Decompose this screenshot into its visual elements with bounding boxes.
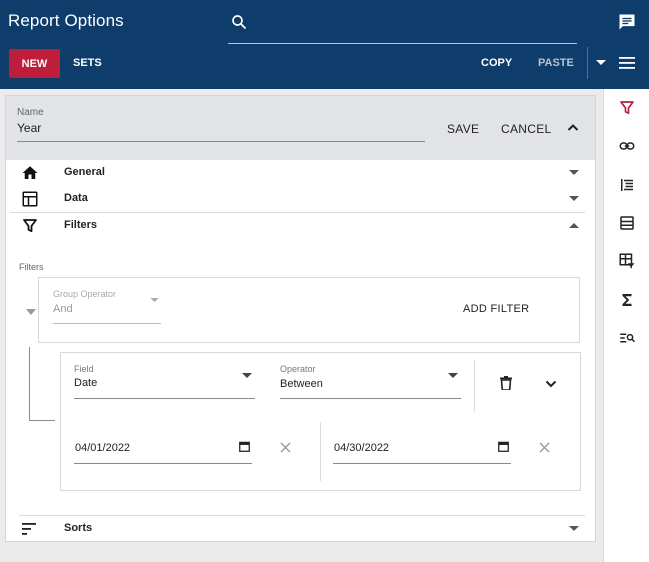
paste-button[interactable]: PASTE	[538, 49, 574, 78]
hamburger-menu-icon[interactable]	[619, 56, 635, 70]
divider	[320, 422, 321, 481]
search-list-icon[interactable]	[618, 329, 636, 347]
from-date-underline	[74, 463, 252, 464]
divider	[474, 360, 475, 412]
new-button[interactable]: NEW	[9, 49, 60, 78]
toolbar-divider	[587, 47, 588, 79]
filter-icon	[23, 219, 37, 233]
table-icon	[22, 191, 38, 207]
close-icon[interactable]	[280, 442, 291, 453]
filter-card: Field Date Operator Between 04/01/2022 0	[60, 352, 581, 491]
search-icon[interactable]	[230, 13, 248, 31]
group-operator-underline	[53, 323, 161, 324]
name-section: Name Year SAVE CANCEL	[6, 96, 595, 160]
chevron-down-icon[interactable]	[569, 170, 579, 176]
section-label: Sorts	[64, 522, 93, 534]
section-data[interactable]: Data	[6, 186, 595, 212]
save-button[interactable]: SAVE	[447, 122, 479, 136]
report-options-panel: Name Year SAVE CANCEL General Data Filte…	[5, 95, 596, 542]
chevron-down-icon[interactable]	[595, 59, 607, 67]
filter-icon[interactable]	[618, 99, 636, 117]
calendar-icon[interactable]	[498, 441, 509, 452]
section-general[interactable]: General	[6, 160, 595, 186]
chevron-up-icon[interactable]	[567, 122, 579, 132]
from-date-input[interactable]: 04/01/2022	[75, 442, 130, 454]
operator-label: Operator	[280, 364, 316, 374]
search-input[interactable]	[258, 12, 568, 38]
app-header: Report Options NEW SETS COPY PASTE	[0, 0, 649, 89]
close-icon[interactable]	[539, 442, 550, 453]
field-select[interactable]: Date	[74, 377, 97, 389]
chevron-down-icon[interactable]	[569, 526, 579, 532]
name-field-label: Name	[17, 107, 44, 118]
name-field-underline	[17, 141, 425, 142]
operator-select[interactable]: Between	[280, 378, 323, 390]
section-filters[interactable]: Filters	[6, 213, 595, 239]
chevron-down-icon[interactable]	[448, 373, 458, 379]
chevron-down-icon[interactable]	[242, 373, 252, 379]
section-label: Filters	[64, 219, 98, 231]
right-tool-rail	[603, 89, 649, 562]
add-filter-button[interactable]: ADD FILTER	[463, 303, 529, 315]
field-label: Field	[74, 364, 94, 374]
trash-icon[interactable]	[500, 376, 512, 390]
tree-connector	[29, 420, 55, 421]
operator-underline	[280, 398, 461, 399]
name-field[interactable]: Year	[17, 121, 41, 135]
table-rows-icon[interactable]	[618, 214, 636, 232]
link-icon[interactable]	[618, 137, 636, 155]
sort-icon	[22, 523, 36, 535]
home-icon	[22, 166, 38, 179]
section-label: Data	[64, 192, 88, 204]
chevron-down-icon[interactable]	[26, 309, 36, 316]
chevron-down-icon[interactable]	[545, 380, 557, 388]
sets-button[interactable]: SETS	[73, 49, 102, 78]
list-indent-icon[interactable]	[618, 176, 636, 194]
to-date-input[interactable]: 04/30/2022	[334, 442, 389, 454]
table-filter-icon[interactable]	[618, 252, 636, 270]
filters-caption: Filters	[19, 262, 44, 272]
to-date-underline	[333, 463, 511, 464]
chevron-up-icon[interactable]	[569, 222, 579, 228]
cancel-button[interactable]: CANCEL	[501, 122, 551, 136]
sigma-icon[interactable]	[618, 291, 636, 309]
chevron-down-icon[interactable]	[569, 196, 579, 202]
filter-group: Group Operator And ADD FILTER	[38, 277, 580, 343]
tree-connector	[29, 347, 30, 420]
page-title: Report Options	[8, 11, 124, 30]
group-operator-select[interactable]: And	[53, 303, 73, 315]
field-underline	[74, 398, 255, 399]
section-sorts[interactable]: Sorts	[6, 516, 595, 542]
calendar-icon[interactable]	[239, 441, 250, 452]
chevron-down-icon[interactable]	[150, 298, 159, 303]
group-operator-label: Group Operator	[53, 289, 117, 299]
copy-button[interactable]: COPY	[481, 49, 512, 78]
feedback-icon[interactable]	[617, 12, 637, 32]
section-label: General	[64, 166, 105, 178]
search-bar[interactable]	[228, 8, 577, 44]
